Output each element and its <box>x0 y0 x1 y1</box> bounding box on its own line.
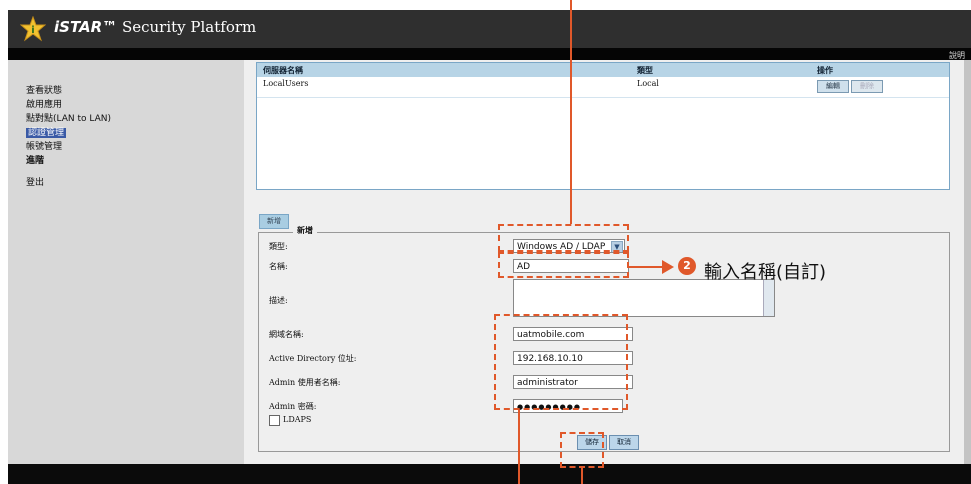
sidebar-item-status[interactable]: 查看狀態 <box>26 84 111 98</box>
server-table: 伺服器名稱 類型 操作 LocalUsers Local 編輯 刪除 <box>256 62 950 190</box>
scrollbar[interactable] <box>763 280 774 316</box>
ldaps-label: LDAPS <box>283 415 312 424</box>
ldaps-checkbox[interactable] <box>269 415 280 426</box>
brand-mark: iSTAR™ <box>54 18 118 36</box>
star-logo-icon: i <box>20 16 46 42</box>
sidebar-nav: 查看狀態 啟用應用 點對點(LAN to LAN) 認證管理 帳號管理 進階 登… <box>26 84 111 190</box>
description-label: 描述: <box>269 296 288 305</box>
col-actions: 操作 <box>817 66 833 75</box>
admin-user-label: Admin 使用者名稱: <box>269 378 341 387</box>
name-label: 名稱: <box>269 262 288 271</box>
svg-text:i: i <box>31 25 34 36</box>
type-label: 類型: <box>269 242 288 251</box>
cancel-button[interactable]: 取消 <box>609 435 639 450</box>
sidebar-item-auth[interactable]: 認證管理 <box>26 126 111 140</box>
annotation-box-ad-fields <box>494 314 628 410</box>
sidebar-item-apps[interactable]: 啟用應用 <box>26 98 111 112</box>
annotation-line-save <box>581 468 583 484</box>
header-bar: i iSTAR™ Security Platform <box>8 10 971 48</box>
sidebar: 查看狀態 啟用應用 點對點(LAN to LAN) 認證管理 帳號管理 進階 登… <box>8 60 244 464</box>
annotation-text: 輸入名稱(自訂) <box>704 262 827 283</box>
description-textarea[interactable] <box>513 279 775 317</box>
sidebar-item-advanced[interactable]: 進階 <box>26 154 111 168</box>
step-number-badge: 2 <box>678 257 696 275</box>
annotation-box-name <box>498 252 629 278</box>
app-title: iSTAR™ Security Platform <box>54 18 256 36</box>
page-scrollbar[interactable] <box>964 60 971 464</box>
annotation-arrow-line <box>628 266 666 268</box>
sidebar-item-accounts[interactable]: 帳號管理 <box>26 140 111 154</box>
ad-address-label: Active Directory 位址: <box>269 354 357 363</box>
arrow-right-icon <box>662 260 674 274</box>
col-server-name: 伺服器名稱 <box>263 66 303 75</box>
sidebar-item-logout[interactable]: 登出 <box>26 176 111 190</box>
table-header: 伺服器名稱 類型 操作 <box>257 63 949 77</box>
app-window: i iSTAR™ Security Platform 說明 查看狀態 啟用應用 … <box>8 10 971 484</box>
server-type-cell: Local <box>637 79 659 88</box>
annotation-line-fields <box>518 410 520 484</box>
sidebar-item-lan-to-lan[interactable]: 點對點(LAN to LAN) <box>26 112 111 126</box>
col-type: 類型 <box>637 66 653 75</box>
annotation-box-type <box>498 224 629 252</box>
server-name-cell: LocalUsers <box>263 79 309 88</box>
annotation-box-save <box>560 432 604 468</box>
form-legend: 新增 <box>293 225 317 236</box>
annotation-line-top <box>570 0 572 224</box>
footer-bar <box>8 464 971 484</box>
edit-button[interactable]: 編輯 <box>817 80 849 93</box>
brand-name: Security Platform <box>121 18 257 36</box>
table-row: LocalUsers Local 編輯 刪除 <box>257 77 949 98</box>
nav-band <box>8 48 971 60</box>
delete-button[interactable]: 刪除 <box>851 80 883 93</box>
admin-password-label: Admin 密碼: <box>269 402 317 411</box>
add-server-button[interactable]: 新增 <box>259 214 289 229</box>
domain-label: 網域名稱: <box>269 330 304 339</box>
